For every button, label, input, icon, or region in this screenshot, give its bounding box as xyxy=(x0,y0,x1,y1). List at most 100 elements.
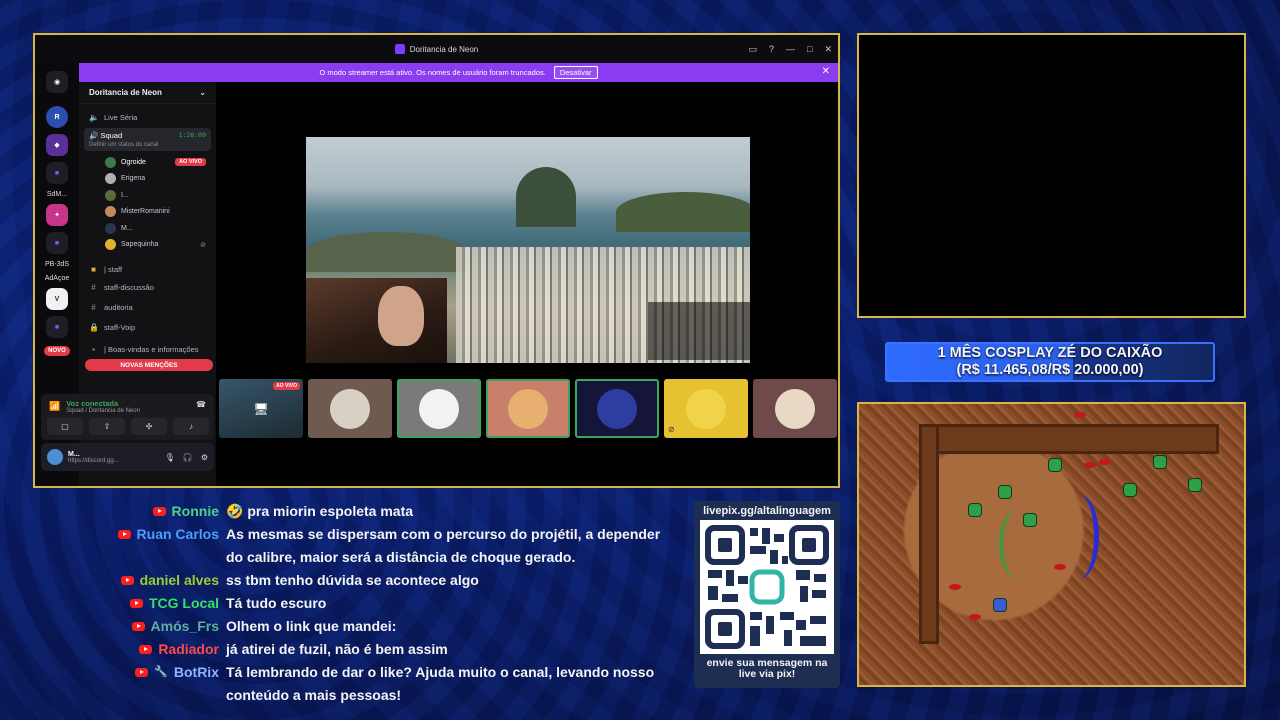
server-folder-icon[interactable]: ■ xyxy=(46,162,68,184)
server-label[interactable]: SdM... xyxy=(37,191,77,198)
game-blood xyxy=(949,584,961,590)
youtube-icon xyxy=(152,507,166,516)
avatar xyxy=(508,388,548,429)
chat-author: Ruan Carlos xyxy=(136,526,219,542)
category-staff[interactable]: ■ | staff xyxy=(79,261,216,277)
server-label[interactable]: AdAçoe xyxy=(37,275,77,282)
chat-text: As mesmas se dispersam com o percurso do… xyxy=(226,526,661,565)
member-name: Sapequinha xyxy=(121,241,159,249)
close-window-button[interactable]: ✕ xyxy=(824,44,832,55)
youtube-icon xyxy=(129,599,143,608)
voice-connected-panel: 📶 Voz conectada Squad / Doritancia de Ne… xyxy=(41,394,214,440)
chat-author: TCG Local xyxy=(148,595,219,611)
game-creature xyxy=(969,504,981,516)
voice-member[interactable]: Sapequinha ⊘ xyxy=(79,237,216,254)
chat-message: Ronnie 🤣 pra miorin espoleta mata xyxy=(0,500,690,523)
lock-icon: 🔒 xyxy=(89,322,99,332)
channel-live-seria[interactable]: 🔈 Live Séria xyxy=(79,108,216,126)
channel-status-hint[interactable]: Definir um status do canal xyxy=(89,142,206,148)
pix-caption-line2: live via pix! xyxy=(738,668,796,680)
chat-author: Ronnie xyxy=(171,503,219,519)
avatar xyxy=(419,388,459,429)
hash-icon: # xyxy=(91,282,96,292)
new-badge[interactable]: NOVO xyxy=(44,346,70,356)
help-icon[interactable]: ? xyxy=(769,44,774,54)
voice-member[interactable]: MisterRomanini xyxy=(79,204,216,221)
stream-video[interactable] xyxy=(306,137,750,363)
chat-message: Radiador já atirei de fuzil, não é bem a… xyxy=(0,638,690,661)
channel-label: staff-Voip xyxy=(104,322,136,332)
camera-off-button[interactable]: ▢ xyxy=(47,418,83,435)
user-name: M... xyxy=(68,450,80,458)
share-screen-button[interactable]: ⇧ xyxy=(89,418,125,435)
inbox-icon[interactable]: ▭ xyxy=(748,44,757,55)
participant-tile[interactable] xyxy=(397,379,481,438)
participant-tile[interactable] xyxy=(486,379,570,438)
mic-muted-icon: ⊘ xyxy=(668,425,675,434)
close-banner-icon[interactable]: ✕ xyxy=(822,66,830,77)
scenery-mountain xyxy=(616,192,750,232)
soundboard-button[interactable]: ♪ xyxy=(173,418,209,435)
participant-tile[interactable] xyxy=(308,379,392,438)
participant-tile[interactable] xyxy=(753,379,837,438)
pix-url: livepix.gg/altalinguagem xyxy=(703,505,831,517)
chat-author: daniel alves xyxy=(139,572,219,588)
channel-auditoria[interactable]: # auditoria xyxy=(79,297,216,317)
voice-member[interactable]: Erigena xyxy=(79,171,216,188)
discord-home-icon[interactable]: ◉ xyxy=(46,71,68,93)
minimize-button[interactable]: — xyxy=(786,44,795,54)
channel-staff-voip[interactable]: 🔒 staff-Voip xyxy=(79,317,216,337)
new-mentions-button[interactable]: NOVAS MENÇÕES xyxy=(85,359,213,371)
activities-button[interactable]: ✣ xyxy=(131,418,167,435)
streamer-mode-banner: O modo streamer está ativo. Os nomes de … xyxy=(79,63,838,82)
game-wall xyxy=(919,424,939,644)
game-creature xyxy=(1049,459,1061,471)
live-badge: AO VIVO xyxy=(273,382,300,390)
participant-tile[interactable] xyxy=(575,379,659,438)
voice-member[interactable]: Ogroide AO VIVO xyxy=(79,154,216,171)
channel-staff-discussao[interactable]: # staff-discussão xyxy=(79,277,216,297)
participant-tile[interactable]: ⊘ xyxy=(664,379,748,438)
youtube-icon xyxy=(117,530,131,539)
headset-icon[interactable]: 🎧 xyxy=(183,453,193,462)
disconnect-icon[interactable]: ☎ xyxy=(196,400,206,409)
game-creature xyxy=(999,486,1011,498)
server-label[interactable]: PB-3dS xyxy=(37,261,77,268)
game-capture xyxy=(857,402,1246,687)
server-folder-icon[interactable]: ■ xyxy=(46,316,68,338)
folder-icon: ▪ xyxy=(92,344,95,354)
member-name: I... xyxy=(121,191,129,199)
chat-text: Olhem o link que mandei: xyxy=(226,618,397,634)
folder-icon: ■ xyxy=(91,264,96,274)
emoji-icon: 🤣 xyxy=(226,503,244,519)
gear-icon[interactable]: ⚙ xyxy=(201,453,208,462)
server-star-icon[interactable]: ✦ xyxy=(46,204,68,226)
maximize-button[interactable]: □ xyxy=(807,44,812,54)
channel-label: staff-discussão xyxy=(104,282,154,292)
member-name: MisterRomanini xyxy=(121,208,170,216)
signal-icon: 📶 xyxy=(49,401,61,411)
server-folder-icon[interactable]: ■ xyxy=(46,232,68,254)
avatar xyxy=(105,206,116,218)
voice-member[interactable]: I... xyxy=(79,187,216,204)
game-creature xyxy=(1154,456,1166,468)
server-vox-icon[interactable]: V xyxy=(46,288,68,310)
server-r-icon[interactable]: R xyxy=(46,106,68,128)
chat-message: Ruan Carlos As mesmas se dispersam com o… xyxy=(0,523,690,569)
avatar[interactable] xyxy=(47,449,63,465)
guild-header[interactable]: Doritancia de Neon ⌄ xyxy=(79,82,216,104)
game-creature xyxy=(1124,484,1136,496)
server-neon-icon[interactable]: ◆ xyxy=(46,134,68,156)
voice-channel-squad[interactable]: 🔊 Squad 1:28:00 Definir um status do can… xyxy=(84,128,211,151)
voice-member[interactable]: M... xyxy=(79,220,216,237)
youtube-icon xyxy=(120,576,134,585)
youtube-icon xyxy=(131,622,145,631)
mic-icon[interactable]: 🎙 xyxy=(165,453,175,462)
category-boas-vindas[interactable]: ▪ | Boas-vindas e informações xyxy=(79,341,216,357)
live-badge: AO VIVO xyxy=(175,158,206,167)
member-name: Erigena xyxy=(121,175,146,183)
voice-connected-sub[interactable]: Squad / Doritancia de Neon xyxy=(66,408,140,414)
goal-title: 1 MÊS COSPLAY ZÉ DO CAIXÃO xyxy=(937,345,1163,361)
deactivate-streamer-button[interactable]: Desativar xyxy=(553,66,598,79)
participant-tile-stream[interactable]: 🖥 AO VIVO xyxy=(219,379,303,438)
